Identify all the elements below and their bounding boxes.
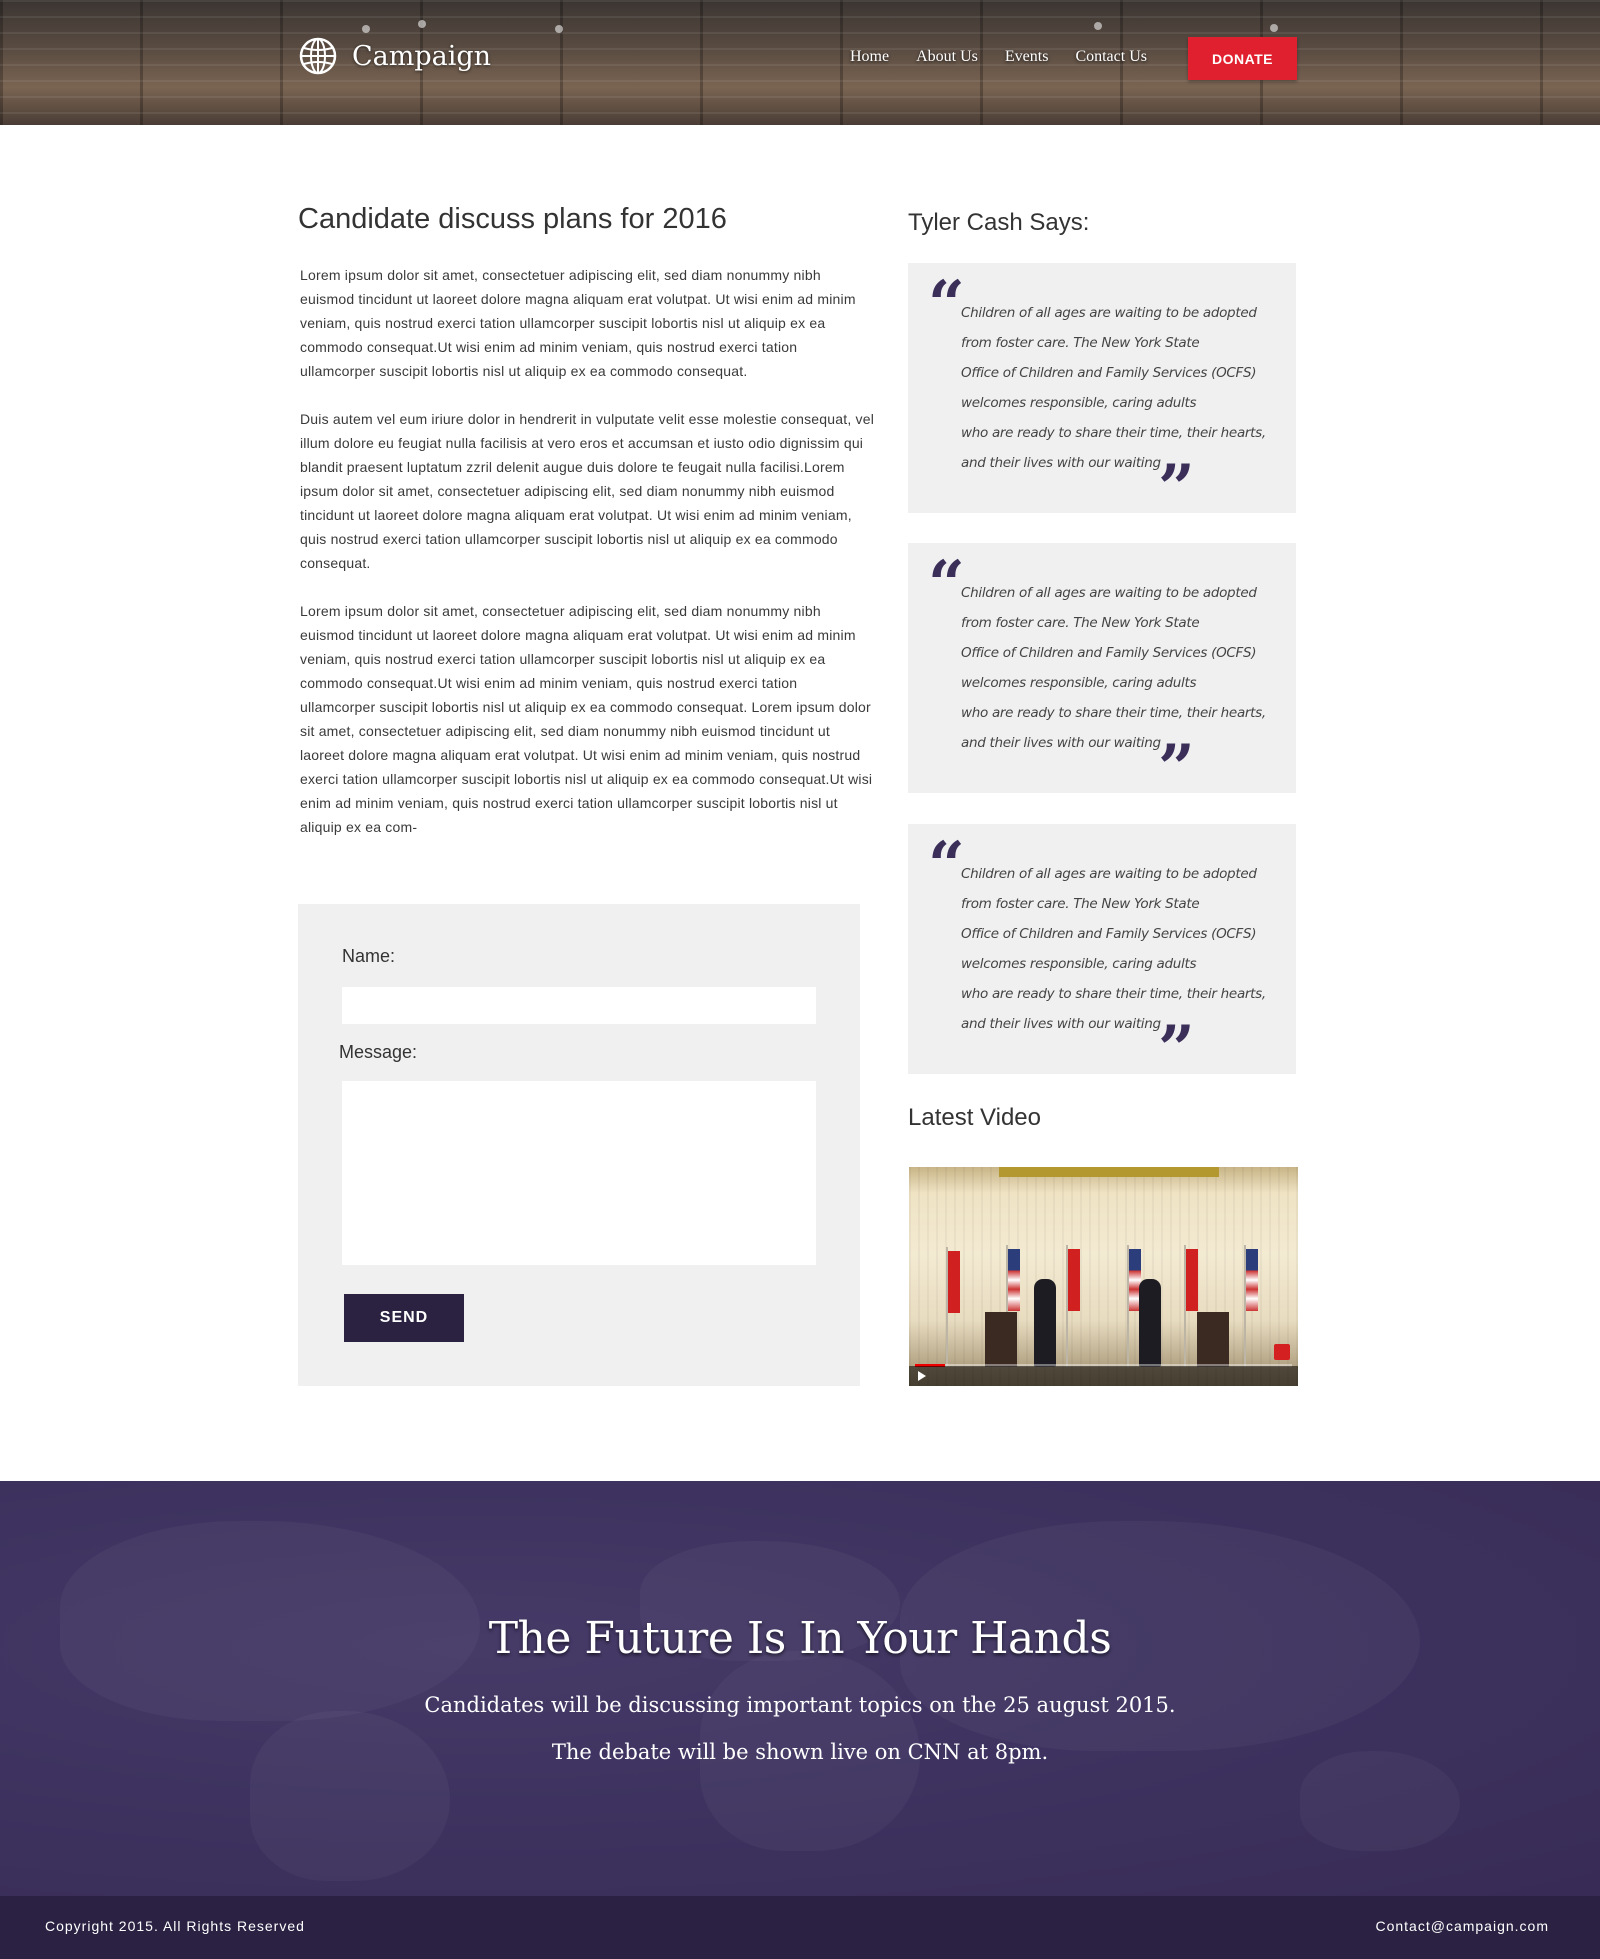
- logo-text: Campaign: [352, 40, 492, 72]
- video-scene-banner: [999, 1167, 1219, 1177]
- site-header: Campaign Home About Us Events Contact Us…: [0, 0, 1600, 125]
- cta-title: The Future Is In Your Hands: [488, 1613, 1112, 1664]
- ceiling-light: [1270, 24, 1278, 32]
- map-landmass: [1300, 1751, 1460, 1851]
- map-landmass: [250, 1711, 450, 1881]
- podium: [1197, 1312, 1229, 1367]
- quote-line: and their lives with our waiting: [961, 455, 1161, 471]
- flag: [946, 1247, 960, 1367]
- quote-close-icon: ”: [1158, 451, 1195, 526]
- quote-line: welcomes responsible, caring adults: [961, 675, 1197, 691]
- contact-email-link[interactable]: Contact@campaign.com: [1375, 1918, 1549, 1934]
- quote-card: “ Children of all ages are waiting to be…: [908, 824, 1296, 1082]
- quote-line: Children of all ages are waiting to be a…: [961, 866, 1257, 882]
- quote-line: who are ready to share their time, their…: [961, 425, 1266, 441]
- flag: [1244, 1245, 1258, 1367]
- nav-events[interactable]: Events: [1005, 48, 1049, 66]
- ceiling-light: [418, 20, 426, 28]
- person: [1034, 1279, 1056, 1367]
- video-controls: [909, 1366, 1298, 1386]
- quote-open-icon: “: [928, 828, 965, 903]
- quote-line: Office of Children and Family Services (…: [961, 365, 1257, 381]
- person: [1139, 1279, 1161, 1367]
- quote-line: from foster care. The New York State: [961, 896, 1200, 912]
- quote-line: welcomes responsible, caring adults: [961, 395, 1197, 411]
- quote-line: who are ready to share their time, their…: [961, 705, 1266, 721]
- quote-line: who are ready to share their time, their…: [961, 986, 1266, 1002]
- nav-contact-us[interactable]: Contact Us: [1075, 48, 1147, 66]
- flag: [1066, 1245, 1080, 1367]
- play-icon[interactable]: [918, 1371, 926, 1381]
- article-paragraph: Lorem ipsum dolor sit amet, consectetuer…: [300, 267, 856, 379]
- quote-line: from foster care. The New York State: [961, 335, 1200, 351]
- quote-card: “ Children of all ages are waiting to be…: [908, 543, 1296, 801]
- quote-line: and their lives with our waiting: [961, 735, 1161, 751]
- youtube-icon[interactable]: [1274, 1344, 1290, 1360]
- name-label: Name:: [342, 946, 396, 966]
- message-textarea[interactable]: [342, 1081, 816, 1265]
- ceiling-light: [1094, 22, 1102, 30]
- quote-text: Children of all ages are waiting to be a…: [961, 859, 1281, 1039]
- article-paragraph: Duis autem vel eum iriure dolor in hendr…: [300, 411, 875, 571]
- quote-close-icon: ”: [1158, 1012, 1195, 1087]
- main-nav: Home About Us Events Contact Us: [850, 48, 1147, 66]
- video-player[interactable]: [909, 1167, 1298, 1386]
- article-paragraph: Lorem ipsum dolor sit amet, consectetuer…: [300, 603, 873, 835]
- quote-line: and their lives with our waiting: [961, 1016, 1161, 1032]
- video-backdrop: [909, 1167, 1298, 1386]
- message-label: Message:: [339, 1042, 418, 1062]
- ceiling-light: [362, 25, 370, 33]
- donate-button[interactable]: DONATE: [1188, 37, 1297, 80]
- quote-open-icon: “: [928, 267, 965, 342]
- site-logo[interactable]: Campaign: [298, 36, 491, 76]
- article-title: Candidate discuss plans for 2016: [298, 203, 727, 235]
- quote-line: Children of all ages are waiting to be a…: [961, 585, 1257, 601]
- article-body: Lorem ipsum dolor sit amet, consectetuer…: [300, 263, 875, 863]
- cta-line: The debate will be shown live on CNN at …: [551, 1740, 1049, 1764]
- ceiling-light: [555, 25, 563, 33]
- flag: [1184, 1245, 1198, 1367]
- quote-line: Office of Children and Family Services (…: [961, 926, 1257, 942]
- send-button[interactable]: SEND: [344, 1294, 464, 1342]
- quote-close-icon: ”: [1158, 731, 1195, 806]
- copyright-text: Copyright 2015. All Rights Reserved: [45, 1918, 305, 1934]
- quote-line: Children of all ages are waiting to be a…: [961, 305, 1257, 321]
- contact-form: Name: Message: SEND: [298, 904, 860, 1386]
- cta-section: The Future Is In Your Hands Candidates w…: [0, 1481, 1600, 1896]
- globe-icon: [299, 37, 337, 75]
- quote-line: welcomes responsible, caring adults: [961, 956, 1197, 972]
- quote-line: from foster care. The New York State: [961, 615, 1200, 631]
- name-input[interactable]: [342, 987, 816, 1024]
- nav-about-us[interactable]: About Us: [916, 48, 978, 66]
- quote-text: Children of all ages are waiting to be a…: [961, 298, 1281, 478]
- flag: [1127, 1245, 1141, 1367]
- site-footer: Copyright 2015. All Rights Reserved Cont…: [0, 1896, 1600, 1959]
- nav-home[interactable]: Home: [850, 48, 889, 66]
- quote-text: Children of all ages are waiting to be a…: [961, 578, 1281, 758]
- cta-line: Candidates will be discussing important …: [424, 1693, 1176, 1717]
- quotes-heading: Tyler Cash Says:: [908, 209, 1090, 236]
- quote-open-icon: “: [928, 547, 965, 622]
- podium: [985, 1312, 1017, 1367]
- video-heading: Latest Video: [908, 1104, 1041, 1131]
- quote-line: Office of Children and Family Services (…: [961, 645, 1257, 661]
- quote-card: “ Children of all ages are waiting to be…: [908, 263, 1296, 521]
